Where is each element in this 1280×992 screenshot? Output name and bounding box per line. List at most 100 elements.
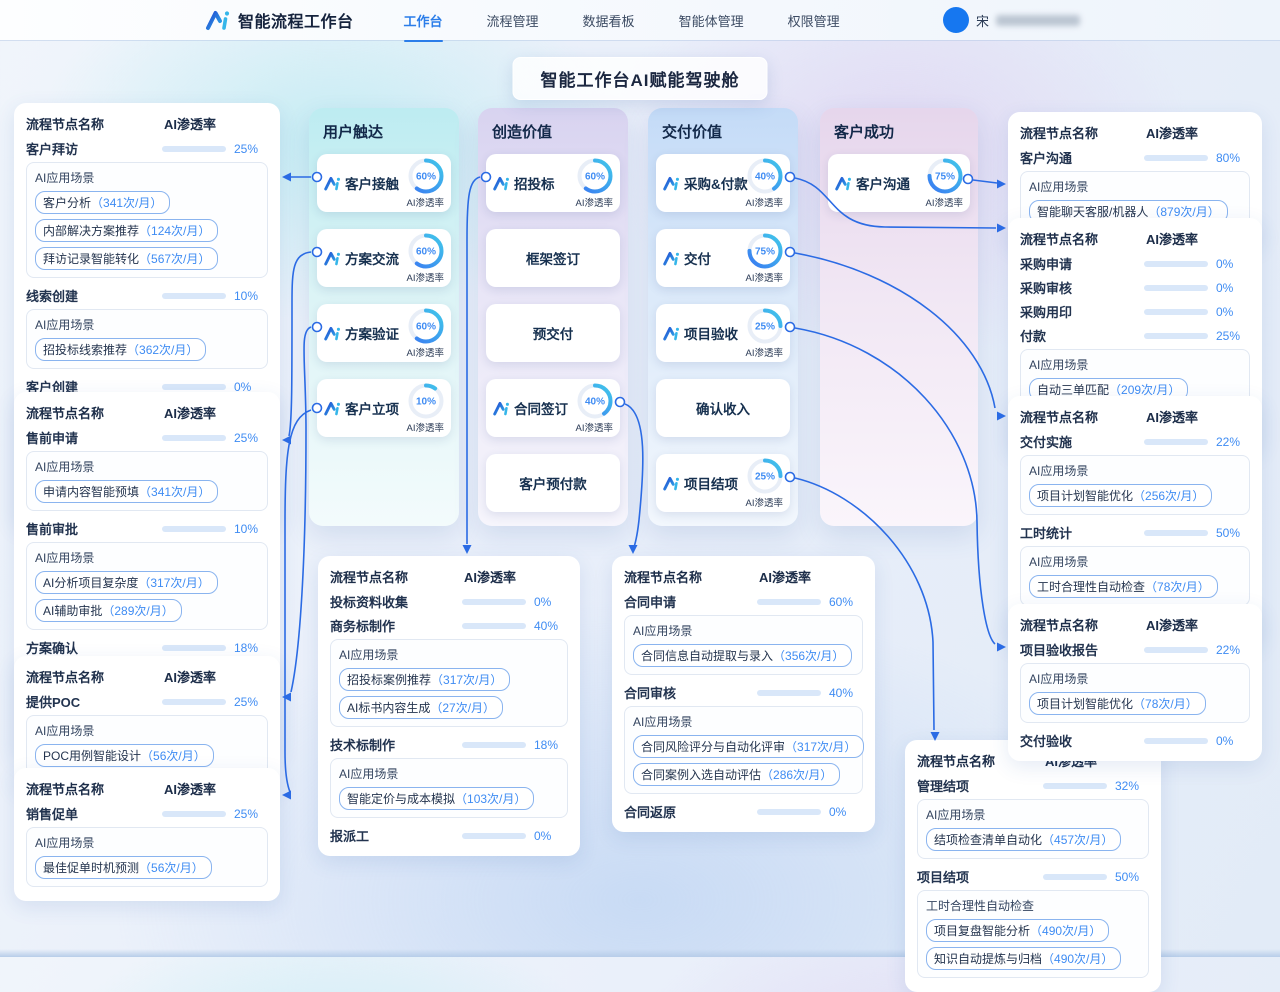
svg-text:60%: 60% xyxy=(585,172,605,183)
process-row: 付款25% xyxy=(1020,325,1250,346)
flow-node-label: 客户沟通 xyxy=(835,173,910,193)
scenario-tag: 招投标案例推荐（317次/月） xyxy=(339,668,510,691)
donut-caption: AI渗透率 xyxy=(407,195,444,209)
tab-4[interactable]: 智能体管理 xyxy=(677,7,746,34)
connector-arrowhead xyxy=(282,436,291,445)
scenario-label: AI应用场景 xyxy=(633,713,854,730)
scenario-tag: 项目计划智能优化（256次/月） xyxy=(1029,484,1212,507)
process-row: 销售促单25% xyxy=(26,803,268,824)
flow-node-采购&付款[interactable]: 采购&付款40%AI渗透率 xyxy=(656,154,790,212)
process-name: 商务标制作 xyxy=(330,616,462,635)
flow-node-客户沟通[interactable]: 客户沟通75%AI渗透率 xyxy=(828,154,970,212)
flow-node-label: 框架签订 xyxy=(526,248,580,268)
scenario-count: （56次/月） xyxy=(141,749,206,763)
scenario-count: （286次/月） xyxy=(761,768,832,782)
detail-card-acceptance: 流程节点名称AI渗透率项目验收报告22%AI应用场景项目计划智能优化（78次/月… xyxy=(1008,604,1262,761)
flow-node-客户立项[interactable]: 客户立项10%AI渗透率 xyxy=(317,379,451,437)
svg-text:10%: 10% xyxy=(416,397,436,408)
flow-node-合同签订[interactable]: 合同签订40%AI渗透率 xyxy=(486,379,620,437)
rate-bar xyxy=(462,833,526,839)
connector-line-3 xyxy=(291,327,311,692)
card-header: 流程节点名称AI渗透率 xyxy=(26,667,268,686)
rate-value: 10% xyxy=(226,522,268,536)
flow-node-交付[interactable]: 交付75%AI渗透率 xyxy=(656,229,790,287)
tab-2[interactable]: 流程管理 xyxy=(485,7,541,34)
card-header: 流程节点名称AI渗透率 xyxy=(624,567,863,586)
scenario-count: （457次/月） xyxy=(1042,833,1113,847)
scenario-label: AI应用场景 xyxy=(926,806,1140,823)
col-ai-rate: AI渗透率 xyxy=(164,779,268,798)
scenario-tag: 智能定价与成本模拟（103次/月） xyxy=(339,787,534,810)
ai-node-icon xyxy=(835,176,852,191)
tab-5[interactable]: 权限管理 xyxy=(786,7,842,34)
col-node-name: 流程节点名称 xyxy=(26,114,164,133)
ai-node-icon xyxy=(493,401,510,416)
scenario-tag: 招投标线索推荐（362次/月） xyxy=(35,338,206,361)
avatar[interactable] xyxy=(943,7,969,33)
scenario-count: （317次/月） xyxy=(431,673,502,687)
flow-node-客户预付款[interactable]: 客户预付款 xyxy=(486,454,620,512)
process-row: 报派工0% xyxy=(330,825,568,846)
scenario-box: AI应用场景智能定价与成本模拟（103次/月） xyxy=(330,758,568,818)
rate-bar xyxy=(162,645,226,651)
flow-node-label: 客户立项 xyxy=(324,398,399,418)
scenario-count: （317次/月） xyxy=(785,740,856,754)
scenario-count: （317次/月） xyxy=(138,576,209,590)
scenario-box: AI应用场景客户分析（341次/月）内部解决方案推荐（124次/月）拜访记录智能… xyxy=(26,162,268,278)
rate-bar xyxy=(162,384,226,390)
stage-title: 创造价值 xyxy=(486,108,620,154)
process-row: 售前申请25% xyxy=(26,427,268,448)
col-node-name: 流程节点名称 xyxy=(1020,615,1146,634)
rate-bar xyxy=(462,742,526,748)
tab-3[interactable]: 数据看板 xyxy=(581,7,637,34)
flow-node-招投标[interactable]: 招投标60%AI渗透率 xyxy=(486,154,620,212)
rate-value: 0% xyxy=(1208,734,1250,748)
card-header: 流程节点名称AI渗透率 xyxy=(1020,615,1250,634)
rate-bar xyxy=(1144,530,1208,536)
scenario-tags: 客户分析（341次/月）内部解决方案推荐（124次/月）拜访记录智能转化（567… xyxy=(35,191,259,270)
connector-line-4 xyxy=(285,410,311,792)
rate-value: 0% xyxy=(526,595,568,609)
flow-node-方案验证[interactable]: 方案验证60%AI渗透率 xyxy=(317,304,451,362)
rate-value: 50% xyxy=(1107,870,1149,884)
process-row: 采购审核0% xyxy=(1020,277,1250,298)
scenario-box: AI应用场景最佳促单时机预测（56次/月） xyxy=(26,827,268,887)
process-row: 合同申请60% xyxy=(624,591,863,612)
connector-arrowhead xyxy=(997,412,1006,421)
scenario-count: （341次/月） xyxy=(91,196,162,210)
card-header: 流程节点名称AI渗透率 xyxy=(1020,407,1250,426)
process-name: 采购申请 xyxy=(1020,254,1144,273)
ai-node-icon xyxy=(324,251,341,266)
scenario-count: （103次/月） xyxy=(455,792,526,806)
process-row: 方案确认18% xyxy=(26,637,268,658)
flow-node-方案交流[interactable]: 方案交流60%AI渗透率 xyxy=(317,229,451,287)
card-header: 流程节点名称AI渗透率 xyxy=(330,567,568,586)
scenario-tag: 合同信息自动提取与录入（356次/月） xyxy=(633,644,852,667)
scenario-tag: 合同风险评分与自动化评审（317次/月） xyxy=(633,735,864,758)
scenario-tags: 合同风险评分与自动化评审（317次/月）合同案例入选自动评估（286次/月） xyxy=(633,735,854,786)
rate-value: 50% xyxy=(1208,526,1250,540)
process-row: 采购用印0% xyxy=(1020,301,1250,322)
connector-arrowhead xyxy=(629,545,638,554)
rate-bar xyxy=(1144,647,1208,653)
scenario-label: AI应用场景 xyxy=(1029,462,1241,479)
process-row: 技术标制作18% xyxy=(330,734,568,755)
rate-value: 60% xyxy=(821,595,863,609)
scenario-box: AI应用场景结项检查清单自动化（457次/月） xyxy=(917,799,1149,859)
penetration-donut: 60% xyxy=(407,307,445,345)
tab-1[interactable]: 工作台 xyxy=(402,7,445,34)
scenario-box: AI应用场景招投标线索推荐（362次/月） xyxy=(26,309,268,369)
scenario-label: AI应用场景 xyxy=(339,765,559,782)
flow-node-项目验收[interactable]: 项目验收25%AI渗透率 xyxy=(656,304,790,362)
detail-card-closing: 流程节点名称AI渗透率管理结项32%AI应用场景结项检查清单自动化（457次/月… xyxy=(905,740,1161,992)
user-menu[interactable]: 宋 xyxy=(943,7,1080,33)
flow-node-预交付[interactable]: 预交付 xyxy=(486,304,620,362)
flow-node-项目结项[interactable]: 项目结项25%AI渗透率 xyxy=(656,454,790,512)
flow-node-label: 项目验收 xyxy=(663,323,738,343)
flow-node-确认收入[interactable]: 确认收入 xyxy=(656,379,790,437)
rate-bar xyxy=(1144,261,1208,267)
col-ai-rate: AI渗透率 xyxy=(759,567,863,586)
flow-node-客户接触[interactable]: 客户接触60%AI渗透率 xyxy=(317,154,451,212)
flow-node-框架签订[interactable]: 框架签订 xyxy=(486,229,620,287)
scenario-tag: 申请内容智能预填（341次/月） xyxy=(35,480,218,503)
